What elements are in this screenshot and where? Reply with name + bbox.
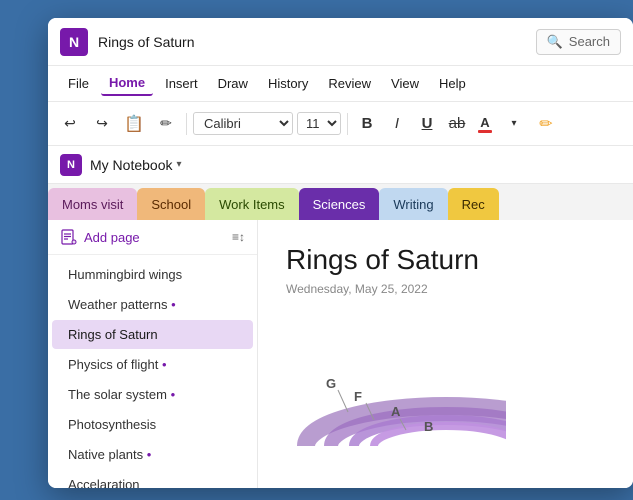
page-item-rings-of-saturn[interactable]: Rings of Saturn	[52, 320, 253, 349]
menu-draw[interactable]: Draw	[210, 72, 256, 95]
tab-school[interactable]: School	[137, 188, 205, 220]
add-page-label: Add page	[84, 230, 140, 245]
menu-insert[interactable]: Insert	[157, 72, 206, 95]
search-icon: 🔍	[547, 34, 563, 50]
svg-text:G: G	[326, 376, 336, 391]
add-page-button[interactable]: Add page ≡↕	[48, 220, 257, 255]
notebook-icon: N	[60, 154, 82, 176]
page-item-accelaration[interactable]: Accelaration	[52, 470, 253, 488]
page-item-solar-system[interactable]: The solar system	[52, 380, 253, 409]
undo-button[interactable]: ↩	[56, 110, 84, 138]
onenote-logo-icon: N	[60, 28, 88, 56]
color-dropdown-button[interactable]: ▾	[500, 110, 528, 138]
tab-moms-visit[interactable]: Moms visit	[48, 188, 137, 220]
notebook-bar: N My Notebook ▾	[48, 146, 633, 184]
sort-icon[interactable]: ≡↕	[232, 230, 245, 244]
add-page-icon	[60, 228, 78, 246]
tab-sciences[interactable]: Sciences	[299, 188, 380, 220]
font-color-bar	[478, 130, 492, 133]
note-title: Rings of Saturn	[286, 244, 605, 276]
app-window: N Rings of Saturn 🔍 Search File Home Ins…	[48, 18, 633, 488]
saturn-diagram: G F A B	[286, 316, 506, 476]
toolbar: ↩ ↪ 📋 ✏ Calibri 11 B I U ab A ▾ ✏	[48, 102, 633, 146]
page-list: Hummingbird wings Weather patterns Rings…	[48, 255, 257, 488]
page-item-hummingbird-wings[interactable]: Hummingbird wings	[52, 260, 253, 289]
toolbar-separator-1	[186, 113, 187, 135]
format-painter-button[interactable]: ✏	[152, 110, 180, 138]
menu-home[interactable]: Home	[101, 71, 153, 96]
toolbar-separator-2	[347, 113, 348, 135]
tab-work-items[interactable]: Work Items	[205, 188, 299, 220]
strikethrough-button[interactable]: ab	[444, 111, 470, 137]
note-date: Wednesday, May 25, 2022	[286, 282, 605, 296]
paste-button[interactable]: 📋	[120, 110, 148, 138]
saturn-diagram-svg: G F A B	[286, 316, 506, 476]
svg-text:F: F	[354, 389, 362, 404]
tab-writing[interactable]: Writing	[379, 188, 447, 220]
page-item-photosynthesis[interactable]: Photosynthesis	[52, 410, 253, 439]
search-label: Search	[569, 34, 610, 49]
redo-button[interactable]: ↪	[88, 110, 116, 138]
font-size-select[interactable]: 11	[297, 112, 341, 135]
title-bar: N Rings of Saturn 🔍 Search	[48, 18, 633, 66]
search-box[interactable]: 🔍 Search	[536, 29, 621, 55]
svg-text:B: B	[424, 419, 433, 434]
sidebar: Add page ≡↕ Hummingbird wings Weather pa…	[48, 220, 258, 488]
page-item-native-plants[interactable]: Native plants	[52, 440, 253, 469]
note-area[interactable]: Rings of Saturn Wednesday, May 25, 2022 …	[258, 220, 633, 488]
menu-file[interactable]: File	[60, 72, 97, 95]
page-item-weather-patterns[interactable]: Weather patterns	[52, 290, 253, 319]
font-select[interactable]: Calibri	[193, 112, 293, 135]
highlight-button[interactable]: ✏	[532, 110, 560, 138]
menu-help[interactable]: Help	[431, 72, 474, 95]
menu-review[interactable]: Review	[320, 72, 379, 95]
underline-button[interactable]: U	[414, 111, 440, 137]
svg-text:A: A	[391, 404, 401, 419]
menu-bar: File Home Insert Draw History Review Vie…	[48, 66, 633, 102]
tabs-row: Moms visit School Work Items Sciences Wr…	[48, 184, 633, 220]
window-title: Rings of Saturn	[98, 34, 536, 50]
notebook-chevron-icon[interactable]: ▾	[176, 159, 181, 170]
bold-button[interactable]: B	[354, 111, 380, 137]
menu-view[interactable]: View	[383, 72, 427, 95]
font-color-button[interactable]: A	[474, 113, 496, 135]
tab-rec[interactable]: Rec	[448, 188, 499, 220]
content-area: Add page ≡↕ Hummingbird wings Weather pa…	[48, 220, 633, 488]
menu-history[interactable]: History	[260, 72, 316, 95]
page-item-physics-of-flight[interactable]: Physics of flight	[52, 350, 253, 379]
italic-button[interactable]: I	[384, 111, 410, 137]
notebook-name[interactable]: My Notebook	[90, 157, 172, 173]
